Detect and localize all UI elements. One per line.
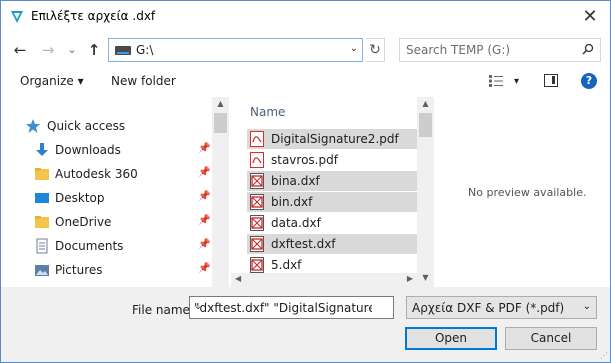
scroll-up-arrow-icon[interactable]: ▲ — [212, 99, 229, 108]
file-row[interactable]: data.dxf — [247, 213, 417, 233]
chevron-down-icon[interactable]: ⌄ — [350, 43, 358, 54]
organize-button[interactable]: Organize ▾ — [20, 74, 84, 88]
file-list: Name DigitalSignature2.pdf stavros.pdf b… — [231, 97, 435, 287]
file-row[interactable]: dxftest.dxf — [247, 234, 417, 254]
address-row: ← → ⌄ ↑ G:\ ⌄ ↻ Search TEMP (G:) — [1, 33, 610, 67]
horizontal-scrollbar[interactable]: ◀ ▶ — [231, 273, 417, 287]
dxf-file-icon — [250, 194, 264, 210]
column-header-name[interactable]: Name — [250, 105, 285, 119]
pdf-file-icon — [250, 152, 264, 168]
documents-icon — [36, 238, 48, 254]
sidebar-item-label: OneDrive — [55, 215, 112, 229]
resize-grip-icon[interactable]: ⋰ — [600, 351, 608, 360]
sidebar-item-label: Documents — [55, 239, 124, 253]
star-icon — [26, 119, 40, 133]
file-type-value: Αρχεία DXF & PDF (*.pdf) — [412, 301, 565, 315]
scroll-down-arrow-icon[interactable]: ▼ — [417, 273, 434, 282]
window-title: Επιλέξτε αρχεία .dxf — [31, 9, 156, 23]
dxf-file-icon — [250, 215, 264, 231]
title-bar: Επιλέξτε αρχεία .dxf ✕ — [1, 1, 610, 33]
dxf-file-icon — [250, 257, 264, 273]
chevron-down-icon: ⌄ — [582, 301, 591, 312]
drive-icon — [115, 46, 131, 55]
download-icon — [36, 143, 48, 156]
chevron-down-icon[interactable]: ⌄ — [194, 301, 389, 312]
scroll-left-arrow-icon[interactable]: ◀ — [235, 274, 241, 283]
scroll-right-arrow-icon[interactable]: ▶ — [407, 274, 413, 283]
sidebar-item-label: Autodesk 360 — [55, 167, 138, 181]
up-button[interactable]: ↑ — [83, 39, 105, 61]
search-placeholder: Search TEMP (G:) — [406, 43, 511, 57]
pin-icon: 📌 — [198, 263, 211, 274]
sidebar-item-label: Pictures — [55, 263, 103, 277]
view-icon[interactable] — [489, 75, 503, 87]
sidebar-item-autodesk-360[interactable]: Autodesk 360 📌 — [1, 162, 213, 186]
navigation-pane: Quick access Downloads 📌 Autodesk 360 📌 … — [1, 97, 229, 287]
file-name: bina.dxf — [271, 174, 320, 188]
file-name: 5.dxf — [271, 258, 302, 272]
sidebar-item-documents[interactable]: Documents 📌 — [1, 234, 213, 258]
search-input[interactable]: Search TEMP (G:) — [399, 38, 601, 62]
sidebar-item-onedrive[interactable]: OneDrive 📌 — [1, 210, 213, 234]
file-row[interactable]: DigitalSignature2.pdf — [247, 129, 417, 149]
file-name: stavros.pdf — [271, 153, 338, 167]
pdf-file-icon — [250, 131, 264, 147]
file-row[interactable]: bina.dxf — [247, 171, 417, 191]
sidebar-item-label: Desktop — [55, 191, 105, 205]
folder-icon — [35, 216, 49, 228]
file-name-input[interactable]: "dxftest.dxf" "DigitalSignature2.pd ⌄ — [189, 296, 394, 319]
file-name: DigitalSignature2.pdf — [271, 132, 399, 146]
sidebar-item-label: Downloads — [55, 143, 121, 157]
file-type-select[interactable]: Αρχεία DXF & PDF (*.pdf) ⌄ — [406, 296, 597, 319]
preview-message: No preview available. — [468, 186, 587, 199]
cancel-button[interactable]: Cancel — [505, 327, 597, 350]
pin-icon: 📌 — [198, 239, 211, 250]
sidebar-item-pictures[interactable]: Pictures 📌 — [1, 258, 213, 282]
dxf-file-icon — [250, 236, 264, 252]
file-name-label: File name: — [132, 303, 194, 317]
scroll-thumb[interactable] — [419, 113, 432, 137]
file-row[interactable]: bin.dxf — [247, 192, 417, 212]
file-open-dialog: Επιλέξτε αρχεία .dxf ✕ ← → ⌄ ↑ G:\ ⌄ ↻ S… — [0, 0, 611, 363]
file-row[interactable]: 5.dxf — [247, 255, 417, 275]
pin-icon: 📌 — [198, 167, 211, 178]
pictures-icon — [35, 265, 49, 276]
address-path: G:\ — [136, 43, 154, 57]
view-dropdown[interactable]: ▾ — [514, 76, 519, 87]
refresh-button[interactable]: ↻ — [366, 38, 385, 62]
close-button[interactable]: ✕ — [574, 3, 606, 31]
new-folder-button[interactable]: New folder — [111, 74, 176, 88]
address-bar[interactable]: G:\ ⌄ — [108, 38, 363, 62]
folder-icon — [35, 168, 49, 180]
scroll-thumb[interactable] — [214, 113, 227, 133]
pin-icon: 📌 — [198, 215, 211, 226]
help-icon[interactable]: ? — [581, 73, 597, 89]
file-name: dxftest.dxf — [271, 237, 336, 251]
dialog-footer: File name: "dxftest.dxf" "DigitalSignatu… — [1, 287, 610, 362]
scroll-up-arrow-icon[interactable]: ▲ — [417, 99, 434, 108]
preview-pane-icon[interactable] — [544, 74, 558, 87]
sidebar-item-desktop[interactable]: Desktop 📌 — [1, 186, 213, 210]
desktop-icon — [35, 193, 49, 203]
file-list-scrollbar[interactable]: ▲ ▼ — [417, 97, 434, 287]
search-icon — [582, 43, 594, 55]
open-button[interactable]: Open — [405, 327, 497, 350]
app-icon — [11, 11, 23, 23]
toolbar: Organize ▾ New folder ▾ ? — [1, 67, 610, 97]
dxf-file-icon — [250, 173, 264, 189]
preview-pane: No preview available. — [436, 97, 610, 287]
sidebar-item-quick-access[interactable]: Quick access — [1, 114, 213, 138]
back-button[interactable]: ← — [9, 39, 31, 61]
file-name: data.dxf — [271, 216, 321, 230]
nav-scrollbar[interactable]: ▲ — [212, 97, 229, 287]
sidebar-item-downloads[interactable]: Downloads 📌 — [1, 138, 213, 162]
sidebar-item-label: Quick access — [47, 119, 126, 133]
pin-icon: 📌 — [198, 143, 211, 154]
file-name: bin.dxf — [271, 195, 313, 209]
recent-locations-button[interactable]: ⌄ — [61, 39, 83, 61]
pin-icon: 📌 — [198, 191, 211, 202]
forward-button[interactable]: → — [37, 39, 59, 61]
file-row[interactable]: stavros.pdf — [247, 150, 417, 170]
